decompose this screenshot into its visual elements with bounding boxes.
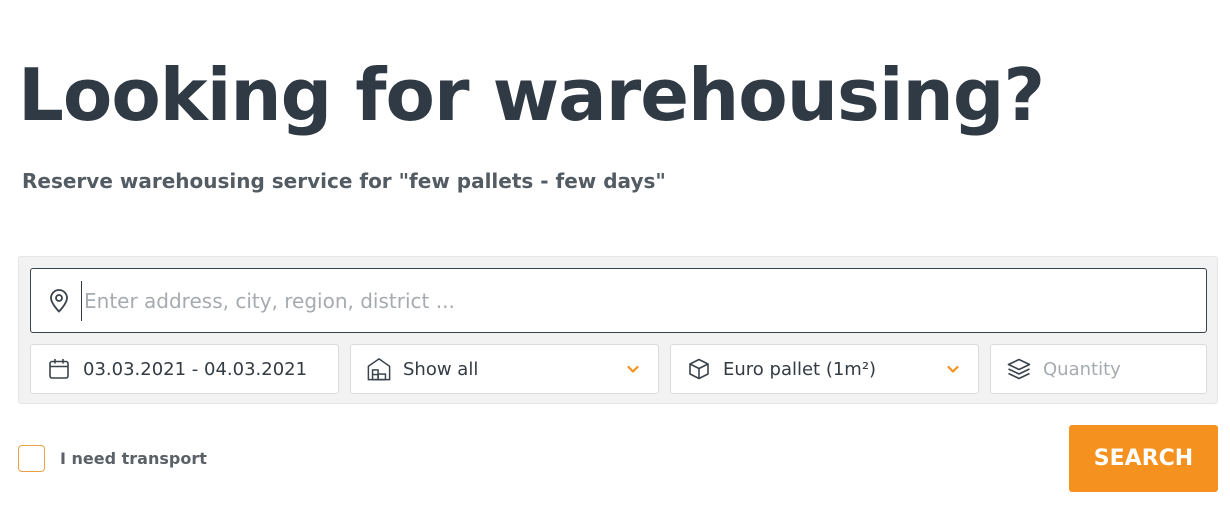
layers-icon [1007,357,1031,381]
date-range-picker[interactable]: 03.03.2021 - 04.03.2021 [30,344,339,394]
warehouse-icon [367,357,391,381]
transport-option[interactable]: I need transport [18,445,207,472]
pallet-type-select[interactable]: Euro pallet (1m²) [670,344,979,394]
box-icon [687,357,711,381]
date-range-value: 03.03.2021 - 04.03.2021 [83,358,308,380]
search-button[interactable]: SEARCH [1069,425,1218,492]
address-field[interactable] [30,268,1207,333]
page-subtitle: Reserve warehousing service for "few pal… [22,169,666,193]
address-input[interactable] [81,280,1206,321]
pallet-type-value: Euro pallet (1m²) [723,358,877,380]
page-title: Looking for warehousing? [18,53,1045,137]
transport-label: I need transport [60,449,207,468]
quantity-placeholder: Quantity [1043,358,1121,380]
chevron-down-icon [946,362,960,376]
calendar-icon [47,357,71,381]
transport-checkbox[interactable] [18,445,45,472]
search-panel: 03.03.2021 - 04.03.2021 Show all E [18,256,1218,404]
quantity-field[interactable]: Quantity [990,344,1207,394]
map-pin-icon [47,288,71,313]
warehouse-type-select[interactable]: Show all [350,344,659,394]
warehouse-type-value: Show all [403,358,479,380]
chevron-down-icon [626,362,640,376]
